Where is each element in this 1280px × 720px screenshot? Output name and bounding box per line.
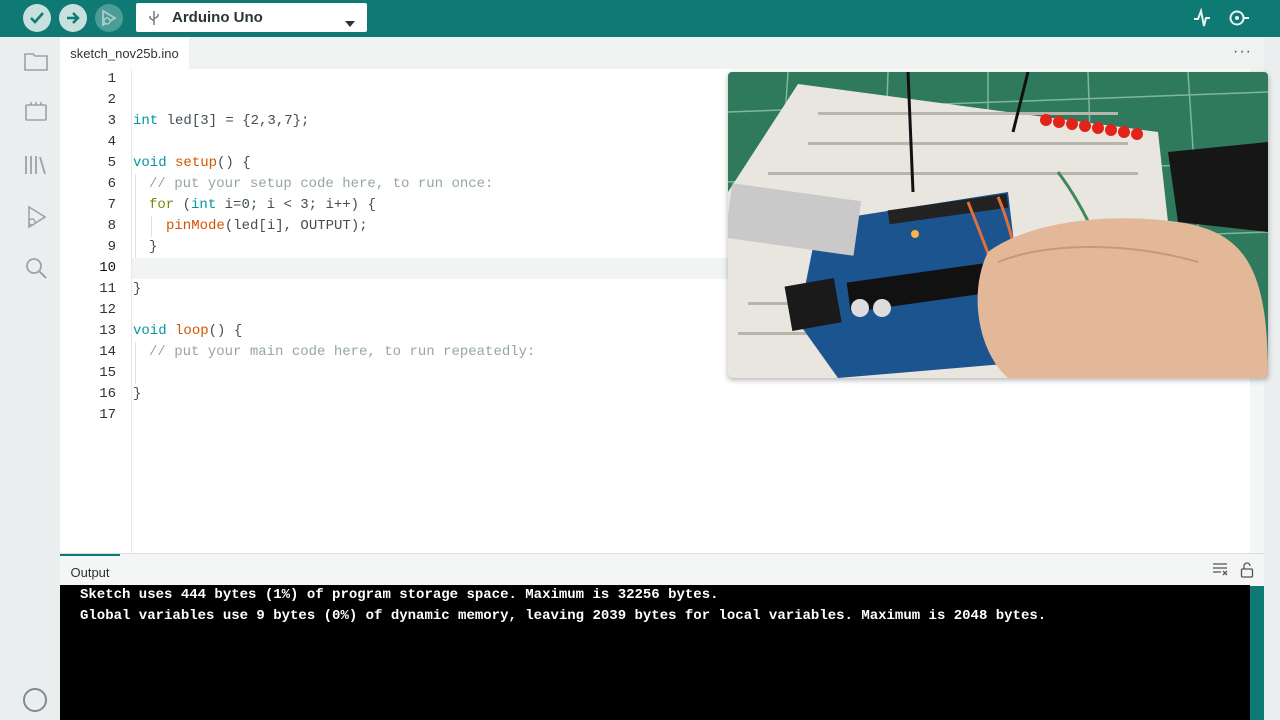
- code-line: for (int i=0; i < 3; i++) {: [149, 197, 376, 213]
- boards-manager-button[interactable]: [23, 99, 49, 125]
- line-number-active: 10: [99, 260, 116, 276]
- line-number: 5: [107, 155, 116, 171]
- chevron-down-icon: [345, 14, 355, 32]
- editor-tabbar: sketch_nov25b.ino ···: [60, 37, 1264, 69]
- line-number-gutter: 1 2 3 4 5 6 7 8 9 10 11 12 13 14 15 16 1…: [60, 69, 131, 553]
- debug-sidebar-button[interactable]: [23, 204, 49, 230]
- upload-button[interactable]: [59, 4, 87, 32]
- gutter-divider: [131, 69, 132, 553]
- code-line: int led[3] = {2,3,7};: [133, 113, 310, 129]
- code-line: void setup() {: [133, 155, 251, 171]
- line-number: 8: [107, 218, 116, 234]
- serial-plotter-icon[interactable]: [1193, 7, 1211, 33]
- debug-icon: [102, 9, 117, 27]
- output-line: Global variables use 9 bytes (0%) of dyn…: [80, 608, 1047, 624]
- debug-button[interactable]: [95, 4, 123, 32]
- code-line: pinMode(led[i], OUTPUT);: [166, 218, 368, 234]
- top-toolbar: Arduino Uno: [0, 0, 1280, 37]
- check-icon: [30, 12, 44, 24]
- webcam-overlay-image: [728, 72, 1268, 378]
- code-line: }: [149, 239, 158, 255]
- line-number: 11: [99, 281, 116, 297]
- debug-play-icon: [28, 205, 47, 229]
- library-manager-button[interactable]: [23, 152, 49, 178]
- code-line: }: [133, 281, 142, 297]
- line-number: 9: [107, 239, 116, 255]
- clear-output-icon[interactable]: [1212, 562, 1228, 583]
- code-line: }: [133, 386, 142, 402]
- line-number: 17: [99, 407, 116, 423]
- folder-icon: [24, 53, 48, 71]
- activity-sidebar: [13, 37, 60, 720]
- code-line: // put your setup code here, to run once…: [149, 176, 494, 192]
- library-icon: [25, 156, 46, 175]
- search-button[interactable]: [23, 255, 49, 281]
- verify-button[interactable]: [23, 4, 51, 32]
- line-number: 2: [107, 92, 116, 108]
- indent-guide: [135, 342, 136, 384]
- output-line: Sketch uses 444 bytes (1%) of program st…: [80, 587, 719, 603]
- line-number: 6: [107, 176, 116, 192]
- line-number: 3: [107, 113, 116, 129]
- line-number: 12: [99, 302, 116, 318]
- indent-guide: [135, 174, 136, 258]
- serial-monitor-icon[interactable]: [1226, 8, 1250, 33]
- tab-sketch[interactable]: sketch_nov25b.ino: [60, 37, 189, 69]
- board-selector[interactable]: Arduino Uno: [136, 3, 367, 32]
- line-number: 16: [99, 386, 116, 402]
- usb-icon: [148, 10, 162, 26]
- unlock-icon[interactable]: [1240, 562, 1254, 583]
- more-options-icon[interactable]: ···: [1233, 43, 1252, 61]
- board-icon: [25, 102, 47, 121]
- output-panel-header: Output: [60, 553, 1264, 586]
- line-number: 1: [107, 71, 116, 87]
- indent-guide: [151, 216, 152, 237]
- tab-output[interactable]: Output: [60, 554, 120, 588]
- line-number: 15: [99, 365, 116, 381]
- line-number: 4: [107, 134, 116, 150]
- search-icon: [26, 258, 47, 279]
- line-number: 7: [107, 197, 116, 213]
- left-edge: [0, 37, 13, 720]
- line-number: 13: [99, 323, 116, 339]
- account-avatar-icon[interactable]: [23, 688, 47, 712]
- line-number: 14: [99, 344, 116, 360]
- code-line: void loop() {: [133, 323, 243, 339]
- code-line: // put your main code here, to run repea…: [149, 344, 536, 360]
- sketchbook-button[interactable]: [23, 48, 49, 74]
- board-name: Arduino Uno: [172, 9, 263, 26]
- output-console[interactable]: Sketch uses 444 bytes (1%) of program st…: [60, 585, 1250, 720]
- arrow-right-icon: [67, 12, 80, 24]
